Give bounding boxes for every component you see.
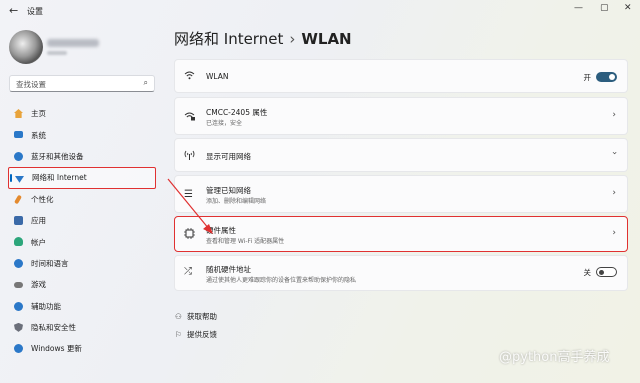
annotation-arrow: [167, 178, 213, 234]
watermark: @python高手养成: [499, 350, 610, 365]
